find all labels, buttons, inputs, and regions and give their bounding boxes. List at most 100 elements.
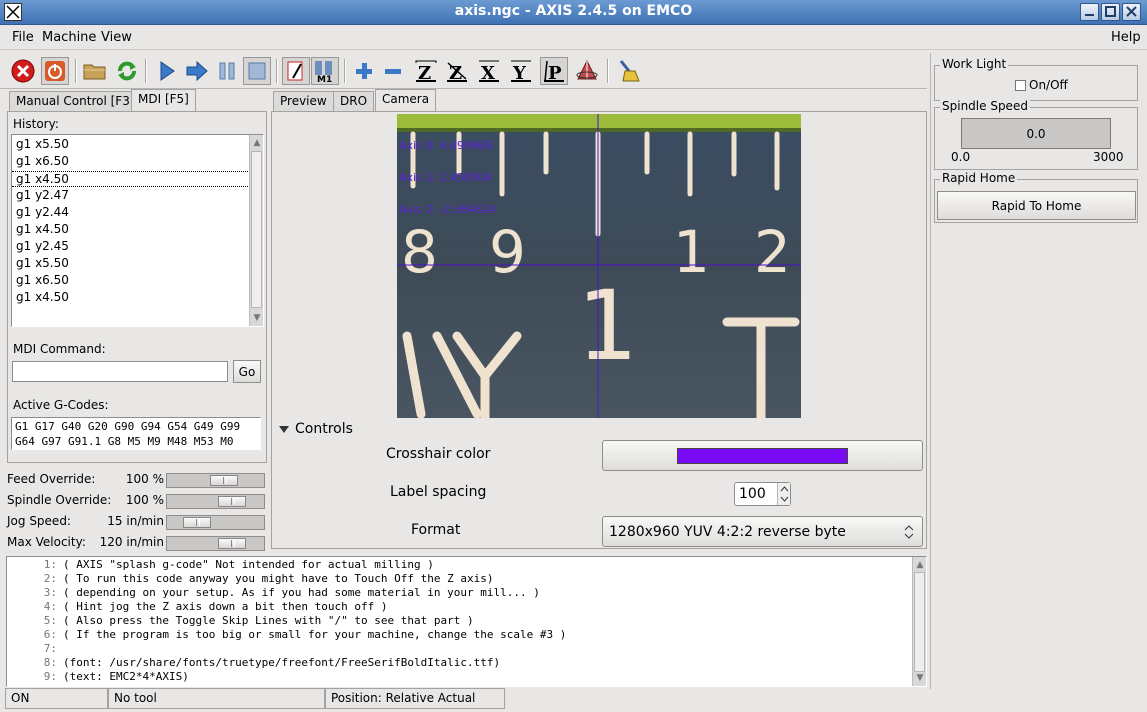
tab-camera[interactable]: Camera <box>375 89 437 112</box>
step-icon[interactable] <box>183 57 211 85</box>
history-scroll-thumb[interactable] <box>251 151 262 308</box>
gcode-scroll-down-icon[interactable]: ▼ <box>914 672 926 684</box>
rapid-to-home-button[interactable]: Rapid To Home <box>937 191 1136 220</box>
toolbar: M1 Z Z X Y P <box>0 53 927 89</box>
view-z2-icon[interactable]: Z <box>443 57 471 85</box>
status-machine-state: ON <box>5 688 108 709</box>
history-item[interactable]: g1 y2.47 <box>16 188 69 202</box>
format-select[interactable]: 1280x960 YUV 4:2:2 reverse byte <box>602 516 923 547</box>
status-position: Position: Relative Actual <box>325 688 505 709</box>
active-gcodes-label: Active G-Codes: <box>13 398 109 412</box>
override-slider[interactable] <box>166 473 265 488</box>
crosshair-color-button[interactable] <box>602 440 923 471</box>
override-label: Jog Speed: <box>7 514 71 528</box>
line-number: 3: <box>43 586 57 599</box>
gcode-scroll-thumb[interactable] <box>914 572 925 672</box>
line-text: ( AXIS "splash g-code" Not intended for … <box>63 558 434 571</box>
camera-view[interactable]: 8 9 1 2 1 Axis 0: 4.499968 Axis 1: 2.450… <box>397 114 801 418</box>
stop-icon[interactable] <box>243 57 271 85</box>
gcode-scrollbar[interactable]: ▲ ▼ <box>912 557 926 686</box>
menu-file[interactable]: File <box>12 30 34 45</box>
label-spacing-spinbox[interactable]: 100 <box>734 482 791 506</box>
line-text: (font: /usr/share/fonts/truetype/freefon… <box>63 656 501 669</box>
spindle-speed-title: Spindle Speed <box>940 99 1030 113</box>
line-text: ( If the program is too big or small for… <box>63 628 567 641</box>
override-slider[interactable] <box>166 494 265 509</box>
zoom-out-icon[interactable] <box>379 57 407 85</box>
reload-icon[interactable] <box>113 57 141 85</box>
view-z-icon[interactable]: Z <box>412 57 440 85</box>
view-y-icon[interactable]: Y <box>507 57 535 85</box>
work-light-checkbox-label[interactable]: On/Off <box>1029 78 1068 92</box>
gcode-line: 3: ( depending on your setup. As if you h… <box>9 586 540 599</box>
window-title: axis.ngc - AXIS 2.4.5 on EMCO <box>454 3 693 19</box>
menu-machine[interactable]: Machine <box>42 30 96 45</box>
svg-text:9: 9 <box>489 218 526 286</box>
history-item[interactable]: g1 x5.50 <box>16 256 69 270</box>
history-label: History: <box>13 117 59 131</box>
history-item[interactable]: g1 y2.44 <box>16 205 69 219</box>
history-item[interactable]: g1 x5.50 <box>16 137 69 151</box>
crosshair-color-swatch <box>677 447 848 464</box>
history-item[interactable]: g1 x4.50 <box>16 290 69 304</box>
expander-triangle-icon <box>279 426 289 433</box>
menu-view[interactable]: View <box>101 30 132 45</box>
slider-knob[interactable] <box>183 517 211 528</box>
override-slider[interactable] <box>166 536 265 551</box>
mdi-command-input[interactable] <box>12 361 228 382</box>
svg-text:1: 1 <box>577 270 638 382</box>
line-number: 2: <box>43 572 57 585</box>
zoom-in-icon[interactable] <box>350 57 378 85</box>
scroll-down-arrow-icon[interactable]: ▼ <box>251 312 263 324</box>
history-list[interactable]: g1 x5.50 g1 x6.50 g1 x4.50 g1 y2.47 g1 y2.44… <box>11 134 264 327</box>
history-item[interactable]: g1 x4.50 <box>16 222 69 236</box>
tab-manual-control[interactable]: Manual Control [F3] <box>9 91 142 112</box>
minimize-button[interactable] <box>1080 3 1099 21</box>
history-item[interactable]: g1 x4.50 <box>12 171 248 187</box>
spindle-max-label: 3000 <box>1093 150 1124 164</box>
tab-dro[interactable]: DRO <box>333 91 375 112</box>
line-text: ( depending on your setup. As if you had… <box>63 586 540 599</box>
override-slider[interactable] <box>166 515 265 530</box>
skip-lines-icon[interactable] <box>282 57 310 85</box>
pause-icon[interactable] <box>213 57 241 85</box>
title-bar[interactable]: axis.ngc - AXIS 2.4.5 on EMCO <box>0 0 1147 25</box>
close-button[interactable] <box>1122 3 1141 21</box>
spin-buttons[interactable] <box>777 483 790 505</box>
history-item[interactable]: g1 x6.50 <box>16 273 69 287</box>
mdi-command-label: MDI Command: <box>13 342 106 356</box>
svg-text:8: 8 <box>401 218 438 286</box>
maximize-button[interactable] <box>1101 3 1120 21</box>
history-item[interactable]: g1 y2.45 <box>16 239 69 253</box>
menu-help[interactable]: Help <box>1111 30 1141 45</box>
camera-image: 8 9 1 2 1 <box>397 114 801 418</box>
tab-mdi[interactable]: MDI [F5] <box>131 89 196 112</box>
format-value: 1280x960 YUV 4:2:2 reverse byte <box>609 523 846 540</box>
slider-knob[interactable] <box>210 475 238 486</box>
history-scrollbar[interactable]: ▲ ▼ <box>249 135 263 326</box>
run-icon[interactable] <box>153 57 181 85</box>
rotate-icon[interactable] <box>573 57 601 85</box>
estop-icon[interactable] <box>9 57 37 85</box>
slider-knob[interactable] <box>218 496 246 507</box>
gcode-line: 7: <box>9 642 63 655</box>
history-item[interactable]: g1 x6.50 <box>16 154 69 168</box>
scroll-up-arrow-icon[interactable]: ▲ <box>251 137 263 149</box>
gcode-scroll-up-icon[interactable]: ▲ <box>914 559 926 571</box>
override-value: 120 in/min <box>99 535 164 549</box>
view-x-icon[interactable]: X <box>475 57 503 85</box>
clear-plot-icon[interactable] <box>615 57 643 85</box>
power-icon[interactable] <box>41 57 69 85</box>
work-light-checkbox[interactable] <box>1015 80 1026 91</box>
slider-knob[interactable] <box>218 538 246 549</box>
gcode-listing[interactable]: 1: ( AXIS "splash g-code" Not intended fo… <box>6 556 927 687</box>
line-number: 9: <box>43 670 57 683</box>
override-label: Spindle Override: <box>7 493 112 507</box>
go-button[interactable]: Go <box>233 360 261 383</box>
axis-1-label: Axis 1: 2.450004 <box>399 171 493 184</box>
optional-stop-icon[interactable]: M1 <box>311 57 339 85</box>
tab-preview[interactable]: Preview <box>273 91 334 112</box>
open-folder-icon[interactable] <box>81 57 109 85</box>
controls-expander[interactable]: Controls <box>278 421 398 439</box>
view-p-icon[interactable]: P <box>540 57 568 85</box>
